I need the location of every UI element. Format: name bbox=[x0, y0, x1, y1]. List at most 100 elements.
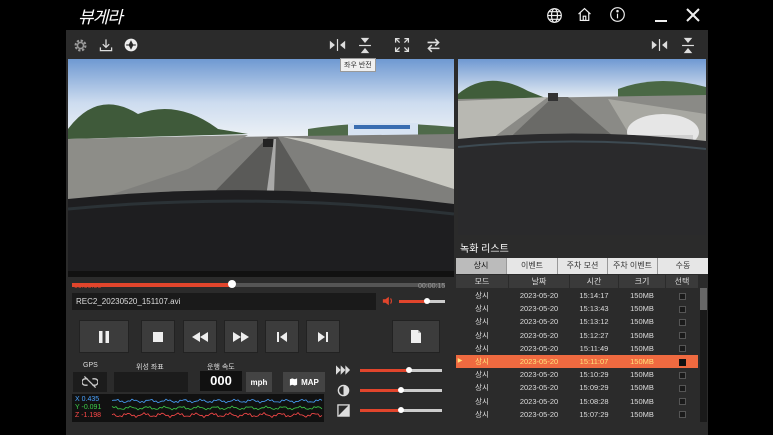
table-row[interactable]: 상시 2023-05-20 15:13:12 150MB bbox=[456, 315, 698, 328]
flip-vertical-icon[interactable] bbox=[358, 36, 372, 54]
row-size: 150MB bbox=[630, 291, 654, 300]
row-size: 150MB bbox=[630, 370, 654, 380]
row-time: 15:10:29 bbox=[579, 370, 609, 380]
home-icon[interactable] bbox=[575, 5, 593, 23]
gps-link-broken-icon bbox=[82, 375, 98, 389]
row-select bbox=[666, 368, 698, 381]
flip-horizontal-icon[interactable] bbox=[328, 38, 346, 52]
row-time: 15:11:49 bbox=[579, 343, 609, 353]
rear-camera-view[interactable] bbox=[458, 59, 706, 235]
brightness-fill bbox=[360, 389, 401, 392]
row-select-checkbox[interactable] bbox=[678, 384, 686, 392]
column-mode: 모드 bbox=[456, 275, 508, 288]
row-select-checkbox[interactable] bbox=[678, 371, 686, 379]
flip-tooltip: 좌우 반전 bbox=[340, 58, 376, 72]
row-date: 2023-05-20 bbox=[519, 330, 559, 340]
row-mode: 상시 bbox=[475, 291, 489, 300]
row-size: 150MB bbox=[630, 343, 654, 353]
app-logo: 뷰게라 bbox=[78, 8, 123, 28]
row-size: 150MB bbox=[630, 317, 654, 327]
file-name-display: REC2_20230520_151107.avi bbox=[72, 293, 376, 310]
contrast-icon bbox=[336, 403, 350, 417]
row-select-checkbox[interactable] bbox=[678, 345, 686, 353]
info-icon[interactable] bbox=[608, 5, 626, 23]
row-date: 2023-05-20 bbox=[519, 383, 559, 393]
settings-gear-icon[interactable] bbox=[72, 37, 88, 53]
total-time: 00:00:15 bbox=[418, 283, 446, 290]
rear-flip-vertical-icon[interactable] bbox=[681, 36, 695, 54]
map-button[interactable]: MAP bbox=[283, 372, 325, 392]
row-select-checkbox[interactable] bbox=[678, 332, 686, 340]
tab-continuous[interactable]: 상시 bbox=[456, 258, 507, 274]
row-size: 150MB bbox=[630, 396, 654, 406]
map-icon bbox=[290, 378, 298, 386]
contrast-fill bbox=[360, 409, 401, 412]
table-row[interactable]: 상시 2023-05-20 15:11:49 150MB bbox=[456, 342, 698, 355]
globe-icon[interactable] bbox=[545, 6, 563, 24]
fast-forward-button[interactable] bbox=[224, 320, 258, 353]
row-select bbox=[666, 355, 698, 368]
tab-event[interactable]: 이벤트 bbox=[507, 258, 558, 274]
next-file-button[interactable] bbox=[306, 320, 340, 353]
table-row[interactable]: 상시 2023-05-20 15:07:29 150MB bbox=[456, 408, 698, 421]
row-select-checkbox[interactable] bbox=[678, 318, 686, 326]
table-row[interactable]: 상시 2023-05-20 15:12:27 150MB bbox=[456, 329, 698, 342]
row-select bbox=[666, 289, 698, 302]
row-select bbox=[666, 342, 698, 355]
column-date: 날짜 bbox=[509, 275, 569, 288]
front-camera-view[interactable] bbox=[68, 59, 454, 277]
volume-slider-knob[interactable] bbox=[423, 298, 430, 304]
brightness-knob[interactable] bbox=[398, 387, 404, 393]
previous-file-button[interactable] bbox=[265, 320, 299, 353]
volume-slider-fill bbox=[399, 300, 427, 303]
gps-status bbox=[73, 372, 107, 392]
capture-aperture-icon[interactable] bbox=[122, 36, 139, 53]
rear-flip-horizontal-icon[interactable] bbox=[650, 38, 668, 52]
tab-parking-event[interactable]: 주차 이벤트 bbox=[608, 258, 658, 274]
fullscreen-icon[interactable] bbox=[393, 36, 410, 53]
g-sensor-graph bbox=[72, 394, 324, 422]
contrast-knob[interactable] bbox=[398, 407, 404, 413]
current-time: 00:00:06 bbox=[74, 283, 102, 290]
swap-screens-icon[interactable] bbox=[424, 36, 442, 53]
tab-manual[interactable]: 수동 bbox=[658, 258, 708, 274]
row-date: 2023-05-20 bbox=[519, 409, 559, 419]
row-time: 15:11:07 bbox=[579, 357, 609, 366]
row-mode: 상시 bbox=[475, 304, 489, 314]
tab-parking-motion[interactable]: 주차 모션 bbox=[558, 258, 608, 274]
row-time: 15:08:28 bbox=[579, 396, 609, 406]
minimize-icon[interactable] bbox=[653, 8, 669, 24]
map-button-label: MAP bbox=[301, 377, 319, 387]
row-select bbox=[666, 315, 698, 328]
table-row[interactable]: 상시 2023-05-20 15:13:43 150MB bbox=[456, 302, 698, 315]
row-size: 150MB bbox=[630, 409, 654, 419]
table-row[interactable]: 상시 2023-05-20 15:14:17 150MB bbox=[456, 289, 698, 302]
download-icon[interactable] bbox=[97, 36, 114, 53]
speed-unit-button[interactable]: mph bbox=[246, 372, 272, 392]
row-mode: 상시 bbox=[475, 317, 489, 327]
row-select-checkbox[interactable] bbox=[678, 411, 686, 419]
list-scrollbar-thumb[interactable] bbox=[700, 288, 707, 310]
row-select-checkbox[interactable] bbox=[678, 305, 686, 313]
stop-button[interactable] bbox=[141, 320, 175, 353]
row-date: 2023-05-20 bbox=[519, 343, 559, 353]
table-row[interactable]: 상시 2023-05-20 15:08:28 150MB bbox=[456, 395, 698, 408]
volume-icon[interactable] bbox=[381, 294, 394, 307]
table-row[interactable]: 상시 2023-05-20 15:09:29 150MB bbox=[456, 381, 698, 394]
open-file-button[interactable] bbox=[392, 320, 440, 353]
pause-button[interactable] bbox=[79, 320, 129, 353]
row-time: 15:12:27 bbox=[579, 330, 609, 340]
playback-speed-icon bbox=[335, 364, 351, 376]
row-select-checkbox[interactable] bbox=[678, 292, 686, 300]
table-row[interactable]: ▶ 상시 2023-05-20 15:11:07 150MB bbox=[456, 355, 698, 369]
g-sensor-y: Y -0.091 bbox=[75, 404, 102, 411]
table-row[interactable]: 상시 2023-05-20 15:10:29 150MB bbox=[456, 368, 698, 381]
row-size: 150MB bbox=[630, 357, 654, 366]
row-size: 150MB bbox=[630, 383, 654, 393]
row-select-checkbox[interactable] bbox=[678, 398, 686, 406]
row-select-checkbox[interactable] bbox=[678, 358, 686, 366]
speed-value: 000 bbox=[200, 371, 242, 391]
row-date: 2023-05-20 bbox=[519, 370, 559, 380]
close-icon[interactable] bbox=[684, 6, 702, 24]
rewind-button[interactable] bbox=[183, 320, 217, 353]
